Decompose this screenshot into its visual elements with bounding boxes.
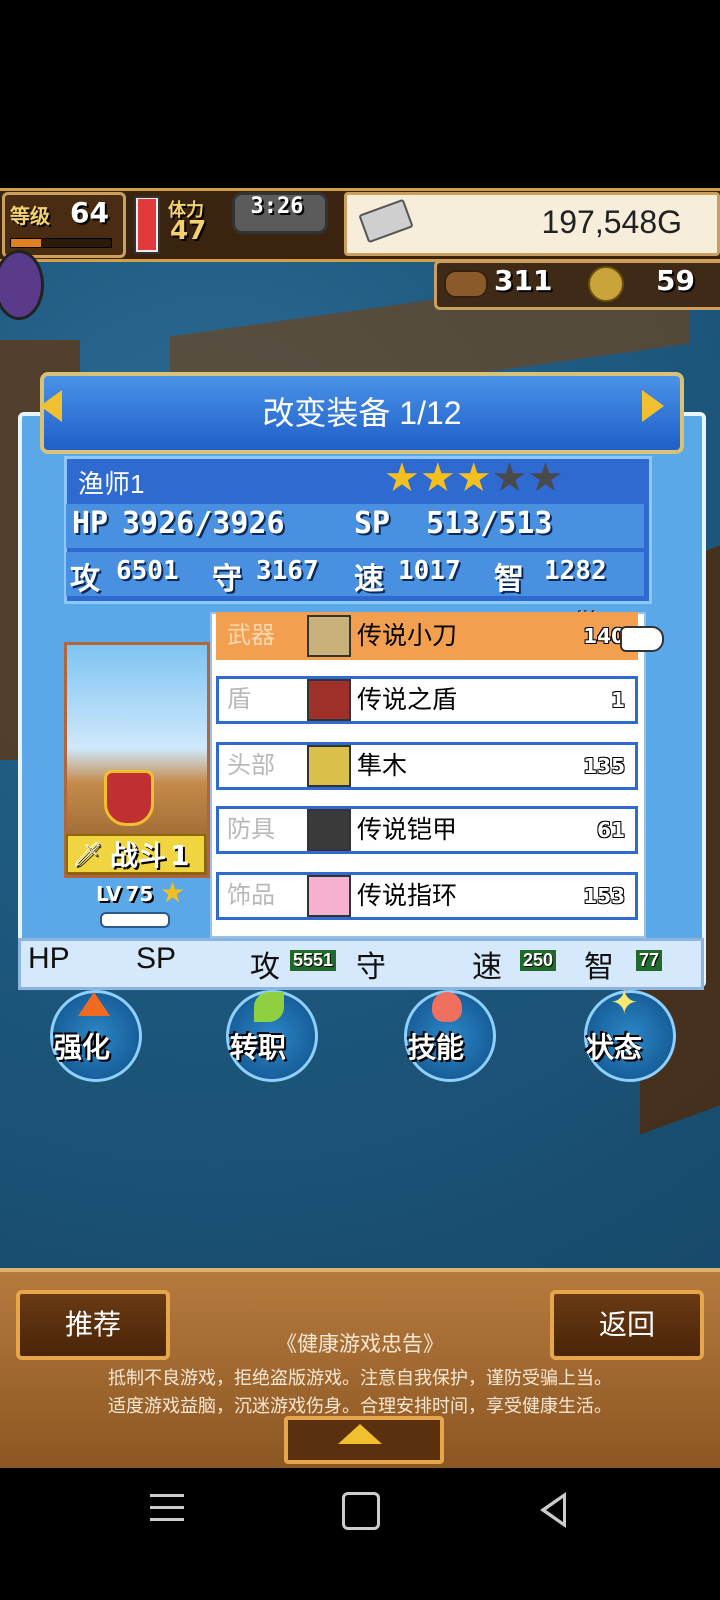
equipment-level: 1 [611, 688, 625, 712]
summary-int-label: 智 [584, 951, 614, 984]
equipment-level: 153 [583, 884, 625, 908]
summary-spd-value: 250 [520, 950, 557, 971]
health-notice-line2: 适度游戏益脑，沉迷游戏伤身。合理安排时间，享受健康生活。 [108, 1396, 612, 1416]
armor-icon [307, 809, 351, 851]
skill-label: 技能 [408, 1031, 465, 1064]
next-character-arrow-icon[interactable] [642, 390, 664, 422]
character-sprite [104, 770, 154, 826]
status-label: 状态 [586, 1031, 643, 1064]
summary-atk-value: 5551 [290, 950, 337, 971]
exp-bar [100, 912, 170, 928]
atk-label: 攻 [70, 562, 100, 597]
helmet-icon [307, 745, 351, 787]
def-value: 3167 [256, 556, 319, 586]
stamina-gauge [134, 196, 160, 254]
summary-atk-label: 攻 [250, 951, 280, 984]
equipment-name: 传说铠甲 [357, 816, 458, 844]
stat-row-hp-sp: HP 3926/3926 SP 513/513 [66, 504, 644, 548]
slot-type-label: 饰品 [221, 875, 314, 917]
equipment-name: 传说之盾 [357, 686, 458, 714]
stat-row-attributes: 攻 6501 守 3167 速 1017 智 1282 [66, 552, 644, 597]
star-filled-icon: ★ [455, 455, 492, 501]
summary-int-value: 77 [636, 950, 663, 971]
arrow-up-icon [78, 992, 110, 1016]
def-label: 守 [212, 562, 242, 597]
equipment-level: 61 [597, 818, 625, 842]
character-name: 渔师1 [78, 469, 145, 499]
equipment-slot[interactable]: 头部 隼木 135 [216, 742, 638, 790]
spd-value: 1017 [398, 556, 461, 586]
sp-label: SP [354, 506, 391, 541]
character-level: LV 75 [96, 882, 153, 906]
level-progress-bar [10, 238, 112, 248]
pointing-hand-icon [620, 626, 664, 652]
sword-icon: 🗡 [72, 840, 103, 868]
leaf-icon [254, 992, 284, 1022]
equipment-slot[interactable]: 饰品 传说指环 153 [216, 872, 638, 920]
job-change-label: 转职 [230, 1031, 287, 1064]
summary-hp: HP [28, 942, 70, 975]
ring-icon [307, 875, 351, 917]
summary-sp: SP [136, 942, 177, 975]
chevron-up-icon [338, 1424, 382, 1444]
dagger-icon [307, 615, 351, 657]
equipment-name: 隼木 [357, 752, 408, 780]
summary-spd-label: 速 [472, 951, 502, 984]
level-value: 64 [70, 196, 109, 229]
star-empty-icon: ★ [527, 455, 564, 501]
equipment-level: 135 [583, 754, 625, 778]
battle-label-text: 战斗 [110, 839, 167, 872]
health-notice-title: 《健康游戏忠告》 [276, 1333, 444, 1356]
equipment-name: 传说指环 [357, 882, 458, 910]
character-lv-value: 75 [125, 882, 154, 906]
int-value: 1282 [544, 556, 607, 586]
system-navigation-bar [0, 1468, 720, 1600]
gold-value: 197,548G [541, 204, 682, 240]
prev-character-arrow-icon[interactable] [40, 390, 62, 422]
shield-icon [307, 679, 351, 721]
equipment-slot[interactable]: 盾 传说之盾 1 [216, 676, 638, 724]
level-label: 等级 [10, 204, 50, 228]
sparkle-icon: ✦ [610, 983, 639, 1023]
battle-count: 1 [170, 839, 190, 872]
stamina-value: 47 [170, 216, 207, 246]
enhance-label: 强化 [54, 1031, 111, 1064]
flame-icon [432, 992, 462, 1022]
recent-apps-icon[interactable] [150, 1494, 184, 1524]
health-notice-line1: 抵制不良游戏，拒绝盗版游戏。注意自我保护，谨防受骗上当。 [108, 1368, 612, 1388]
star-filled-icon: ★ [384, 455, 420, 501]
medal-value: 59 [656, 264, 695, 297]
level-progress-fill [11, 239, 41, 247]
slot-type-label: 防具 [221, 809, 314, 851]
star-filled-icon: ★ [419, 455, 456, 501]
hp-value: 3926/3926 [122, 506, 285, 541]
star-icon: ★ [160, 876, 186, 909]
atk-value: 6501 [116, 556, 179, 586]
slot-type-label: 武器 [221, 615, 311, 657]
sp-value: 513/513 [426, 506, 553, 541]
equipment-slot[interactable]: 防具 传说铠甲 61 [216, 806, 638, 854]
slot-type-label: 盾 [221, 679, 314, 721]
summary-def-label: 守 [356, 951, 386, 984]
spd-label: 速 [354, 562, 384, 597]
equipment-level: 140 [583, 624, 625, 648]
character-lv-label: LV [96, 882, 122, 906]
meat-value: 311 [494, 264, 553, 297]
back-icon-inner [546, 1498, 563, 1522]
timer-value: 3:26 [250, 194, 304, 219]
home-icon[interactable] [342, 1492, 380, 1530]
rank-stars: ★★★★★ [384, 458, 563, 498]
equipment-name: 传说小刀 [357, 622, 458, 650]
medal-icon [588, 266, 624, 302]
hp-label: HP [72, 506, 109, 541]
meat-icon [444, 270, 488, 298]
int-label: 智 [494, 562, 524, 597]
equipment-slot[interactable]: 武器 传说小刀 140 [216, 612, 638, 660]
battle-label: 战斗 1 [110, 834, 190, 874]
stamina-fill [138, 198, 156, 250]
slot-type-label: 头部 [221, 745, 314, 787]
panel-title: 改变装备 1/12 [262, 395, 462, 431]
star-empty-icon: ★ [491, 455, 528, 501]
